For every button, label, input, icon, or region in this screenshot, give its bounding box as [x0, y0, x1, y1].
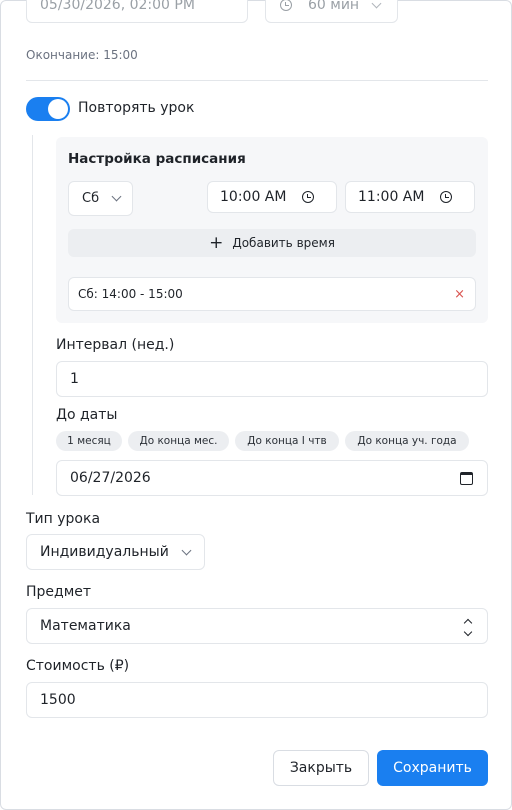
- chevron-down-icon: [371, 0, 382, 8]
- updown-chevron-icon: [463, 618, 473, 636]
- subject-select[interactable]: Математика: [26, 608, 488, 644]
- nested-guide-line: [32, 135, 33, 495]
- clock-icon: [280, 0, 292, 11]
- day-select[interactable]: Сб: [68, 181, 133, 216]
- repeat-toggle[interactable]: [26, 97, 70, 121]
- price-input[interactable]: 1500: [26, 682, 488, 718]
- start-datetime-input[interactable]: 05/30/2026, 02:00 PM: [26, 0, 248, 23]
- plus-icon: +: [209, 232, 224, 253]
- time-to-input[interactable]: 11:00 AM: [345, 181, 475, 213]
- time-from-input[interactable]: 10:00 AM: [207, 181, 337, 213]
- toggle-knob: [48, 99, 68, 119]
- preset-1-month[interactable]: 1 месяц: [56, 431, 122, 451]
- preset-end-of-month[interactable]: До конца мес.: [128, 431, 229, 451]
- until-date-input[interactable]: 06/27/2026: [56, 460, 488, 496]
- subject-label: Предмет: [26, 584, 92, 600]
- schedule-slot-item: Сб: 14:00 - 15:00 ×: [68, 277, 476, 311]
- interval-label: Интервал (нед.): [56, 337, 175, 353]
- remove-slot-icon[interactable]: ×: [454, 287, 465, 302]
- chevron-down-icon: [111, 191, 122, 202]
- add-time-button[interactable]: + Добавить время: [68, 229, 476, 257]
- subject-value: Математика: [40, 618, 131, 634]
- duration-value: 60 мин: [308, 0, 360, 13]
- end-time-text: Окончание: 15:00: [26, 48, 138, 62]
- lesson-type-label: Тип урока: [26, 511, 101, 527]
- lesson-type-value: Индивидуальный: [40, 544, 169, 560]
- lesson-dialog: 05/30/2026, 02:00 PM 60 мин Окончание: 1…: [0, 0, 512, 810]
- calendar-icon[interactable]: [460, 471, 473, 485]
- time-from-value: 10:00 AM: [220, 189, 287, 205]
- add-time-label: Добавить время: [232, 236, 335, 250]
- preset-end-of-quarter[interactable]: До конца I чтв: [235, 431, 339, 451]
- duration-select[interactable]: 60 мин: [265, 0, 398, 23]
- close-button[interactable]: Закрыть: [273, 750, 369, 786]
- clock-icon[interactable]: [302, 191, 315, 203]
- chevron-down-icon: [181, 545, 192, 555]
- repeat-label: Повторять урок: [78, 100, 195, 116]
- preset-end-of-school-year[interactable]: До конца уч. года: [345, 431, 469, 451]
- schedule-slot-text: Сб: 14:00 - 15:00: [78, 287, 183, 301]
- interval-value: 1: [70, 371, 79, 387]
- day-value: Сб: [82, 191, 100, 206]
- until-date-value: 06/27/2026: [70, 470, 151, 486]
- schedule-title: Настройка расписания: [68, 151, 246, 167]
- clock-icon[interactable]: [440, 191, 453, 203]
- price-label: Стоимость (₽): [26, 658, 130, 674]
- divider: [26, 80, 488, 81]
- until-label: До даты: [56, 407, 118, 423]
- start-datetime-value: 05/30/2026, 02:00 PM: [40, 0, 195, 13]
- lesson-type-select[interactable]: Индивидуальный: [26, 534, 205, 570]
- interval-input[interactable]: 1: [56, 361, 488, 397]
- price-value: 1500: [40, 692, 76, 708]
- save-button[interactable]: Сохранить: [377, 750, 488, 786]
- time-to-value: 11:00 AM: [358, 189, 425, 205]
